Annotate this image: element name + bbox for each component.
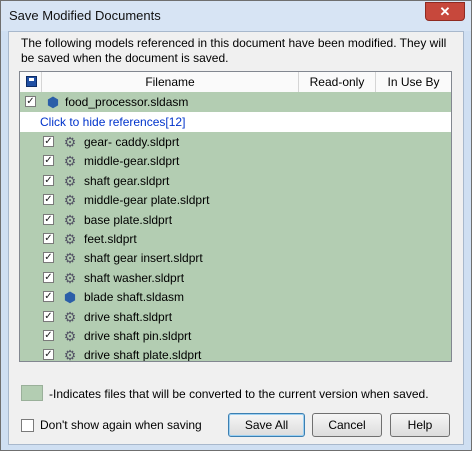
save-checkbox[interactable]: ✓ [43,136,54,147]
save-checkbox[interactable]: ✓ [43,271,54,283]
file-name: shaft gear.sldprt [84,173,170,188]
save-checkbox[interactable]: ✓ [43,310,54,322]
description-text: The following models referenced in this … [21,36,447,65]
header-inuseby[interactable]: In Use By [376,72,451,92]
header-readonly[interactable]: Read-only [299,72,376,92]
save-checkbox[interactable]: ✓ [43,349,54,361]
part-icon: ⚙ [63,250,77,267]
save-all-button[interactable]: Save All [228,413,305,437]
save-modified-documents-dialog: Save Modified Documents ✕ The following … [0,0,472,451]
legend-color-swatch [21,385,43,401]
assembly-icon: ⬢ [63,289,77,306]
list-item[interactable]: ✓ ⚙ drive shaft pin.sldprt [20,326,451,346]
list-item[interactable]: ✓ ⚙ gear- caddy.sldprt [20,132,451,152]
legend-text: -Indicates files that will be converted … [49,387,429,401]
assembly-icon: ⬢ [46,94,60,110]
file-name: shaft washer.sldprt [84,270,185,285]
save-icon [26,76,37,87]
save-checkbox[interactable]: ✓ [43,291,54,303]
list-item[interactable]: ✓ ⚙ feet.sldprt [20,229,451,249]
close-button[interactable]: ✕ [425,2,465,21]
part-icon: ⚙ [63,211,77,228]
file-name: drive shaft.sldprt [84,309,173,324]
hide-references-link[interactable]: Click to hide references[12] [40,115,185,129]
file-name: middle-gear plate.sldprt [84,193,210,208]
save-checkbox[interactable]: ✓ [25,96,36,107]
title-bar: Save Modified Documents ✕ [1,1,471,31]
list-item[interactable]: ✓ ⚙ shaft gear.sldprt [20,170,451,191]
help-button[interactable]: Help [390,413,450,437]
toggle-references-row: Click to hide references[12] [20,112,451,132]
list-item[interactable]: ✓ ⚙ base plate.sldprt [20,209,451,230]
part-icon: ⚙ [63,269,77,286]
file-name: blade shaft.sldasm [84,290,185,305]
dont-show-again-label[interactable]: Don't show again when saving [40,418,202,432]
save-checkbox[interactable]: ✓ [43,233,54,244]
save-checkbox[interactable]: ✓ [43,174,54,186]
file-name: drive shaft pin.sldprt [84,329,192,343]
file-name: base plate.sldprt [84,212,173,227]
dont-show-again-checkbox[interactable] [21,419,34,432]
part-icon: ⚙ [63,347,77,362]
file-name: food_processor.sldasm [65,95,189,109]
file-name: middle-gear.sldprt [84,154,180,169]
save-checkbox[interactable]: ✓ [43,155,54,167]
part-icon: ⚙ [63,134,77,150]
part-icon: ⚙ [63,328,77,344]
list-item[interactable]: ✓ ⚙ middle-gear plate.sldprt [20,190,451,211]
save-checkbox[interactable]: ✓ [43,252,54,264]
save-checkbox[interactable]: ✓ [43,330,54,341]
part-icon: ⚙ [63,153,77,170]
part-icon: ⚙ [63,308,77,325]
modified-documents-list[interactable]: Filename Read-only In Use By ✓ ⬢ food_pr… [19,71,452,362]
cancel-button[interactable]: Cancel [312,413,382,437]
list-item[interactable]: ✓ ⚙ shaft washer.sldprt [20,267,451,288]
part-icon: ⚙ [63,192,77,209]
list-item[interactable]: ✓ ⚙ drive shaft plate.sldprt [20,345,451,362]
dialog-content: The following models referenced in this … [8,31,464,445]
file-name: feet.sldprt [84,232,137,246]
part-icon: ⚙ [63,231,77,247]
list-item[interactable]: ✓ ⚙ middle-gear.sldprt [20,151,451,172]
save-checkbox[interactable]: ✓ [43,213,54,225]
list-item[interactable]: ✓ ⚙ shaft gear insert.sldprt [20,248,451,269]
list-item[interactable]: ✓ ⚙ drive shaft.sldprt [20,306,451,327]
window-title: Save Modified Documents [9,8,161,23]
list-item-top-assembly[interactable]: ✓ ⬢ food_processor.sldasm [20,92,451,112]
file-name: gear- caddy.sldprt [84,135,180,149]
part-icon: ⚙ [63,172,77,189]
file-name: drive shaft plate.sldprt [84,348,202,362]
list-item[interactable]: ✓ ⬢ blade shaft.sldasm [20,287,451,308]
list-header: Filename Read-only In Use By [20,72,451,93]
header-save-column[interactable] [20,72,42,92]
header-filename[interactable]: Filename [42,72,299,92]
file-name: shaft gear insert.sldprt [84,251,203,266]
save-checkbox[interactable]: ✓ [43,194,54,206]
